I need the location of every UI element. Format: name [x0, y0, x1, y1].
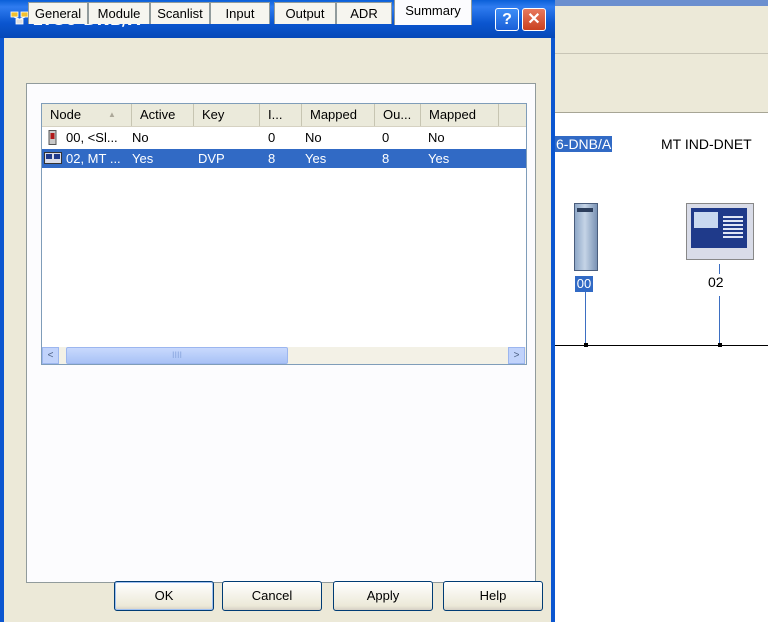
cell-key: DVP: [198, 151, 225, 166]
column-header-output[interactable]: Ou...: [375, 104, 421, 126]
cell-key: [198, 128, 258, 147]
horizontal-scrollbar[interactable]: < IIII >: [42, 347, 526, 364]
background-titlebar-edge: [555, 0, 768, 6]
background-toolbar: [555, 54, 768, 113]
dialog-frame-right: [551, 38, 555, 622]
device-label-scale[interactable]: MT IND-DNET: [661, 136, 752, 152]
column-header-active[interactable]: Active: [132, 104, 194, 126]
cell-node: 00, <Sl...: [66, 130, 118, 145]
summary-list-view[interactable]: Node ▲ Active Key I... Mapped Ou... Mapp…: [41, 103, 527, 365]
cell-input-size: 0: [268, 130, 276, 145]
module-properties-dialog: 1756-DNB/A ? ✕ General Module Scanlist I…: [0, 0, 555, 622]
sort-ascending-icon: ▲: [108, 110, 116, 119]
tab-summary[interactable]: Summary: [394, 0, 472, 25]
tab-input[interactable]: Input: [210, 2, 270, 24]
scanner-node-number[interactable]: 00: [575, 276, 593, 292]
cell-active: Yes: [132, 151, 154, 166]
cell-node: 02, MT ...: [66, 151, 121, 166]
scale-node-number[interactable]: 02: [708, 274, 724, 290]
dialog-frame-left: [0, 38, 4, 622]
column-header-input-mapped[interactable]: Mapped: [302, 104, 375, 126]
scroll-left-button[interactable]: <: [42, 347, 59, 364]
scale-drop-line: [719, 296, 720, 345]
tab-scanlist[interactable]: Scanlist: [150, 2, 210, 24]
scale-device-icon[interactable]: [686, 203, 754, 260]
column-header-key[interactable]: Key: [194, 104, 260, 126]
scrollbar-thumb[interactable]: IIII: [66, 347, 288, 364]
cell-output-size: 8: [382, 151, 390, 166]
trunk-tap-dot: [584, 343, 588, 347]
network-module-icon: [10, 10, 30, 28]
cell-output-mapped: Yes: [428, 151, 450, 166]
tab-general[interactable]: General: [28, 2, 88, 24]
close-title-button[interactable]: ✕: [522, 8, 546, 31]
scanner-drop-line: [585, 292, 586, 345]
column-header-input[interactable]: I...: [260, 104, 302, 126]
list-header: Node ▲ Active Key I... Mapped Ou... Mapp…: [42, 104, 526, 127]
column-header-output-mapped[interactable]: Mapped: [421, 104, 499, 126]
cell-input-mapped: No: [305, 130, 322, 145]
list-item[interactable]: 00, <Sl... No 0 No 0 No: [42, 128, 526, 147]
help-button[interactable]: Help: [443, 581, 543, 611]
trunk-tap-dot: [718, 343, 722, 347]
scale-display-graphic: [691, 208, 747, 248]
scanner-device-icon[interactable]: [574, 203, 598, 271]
scroll-right-button[interactable]: >: [508, 347, 525, 364]
cell-input-mapped: Yes: [305, 151, 327, 166]
tab-output[interactable]: Output: [274, 2, 336, 24]
column-header-node[interactable]: Node ▲: [42, 104, 132, 126]
device-label-scanner[interactable]: 6-DNB/A: [555, 136, 613, 152]
help-title-button[interactable]: ?: [495, 8, 519, 31]
cell-active: No: [132, 130, 149, 145]
apply-button[interactable]: Apply: [333, 581, 433, 611]
tab-adr[interactable]: ADR: [336, 2, 392, 24]
cell-output-mapped: No: [428, 130, 445, 145]
scale-drop-line-top: [719, 264, 720, 274]
scanner-module-icon: [48, 130, 62, 145]
cell-input-size: 8: [268, 151, 276, 166]
cancel-button[interactable]: Cancel: [222, 581, 322, 611]
tab-module[interactable]: Module: [88, 2, 150, 24]
column-header-label: Node: [50, 107, 82, 122]
background-menubar: [555, 28, 768, 54]
scale-device-icon: [44, 151, 64, 166]
ok-button[interactable]: OK: [114, 581, 214, 611]
cell-output-size: 0: [382, 130, 390, 145]
list-item-selected[interactable]: 02, MT ... Yes DVP 8 Yes 8 Yes: [42, 149, 526, 168]
